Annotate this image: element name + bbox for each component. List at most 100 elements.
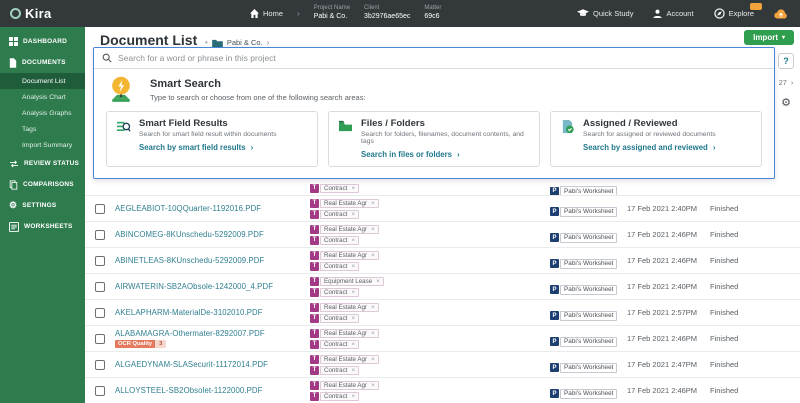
tag-pill[interactable]: TContract× — [310, 314, 359, 323]
worksheet-label: Pabi's Worksheet — [560, 259, 617, 269]
document-link[interactable]: ALABAMAGRA-Othermater-8292007.PDF — [115, 329, 310, 338]
tag-pill[interactable]: TReal Estate Agr× — [310, 251, 379, 260]
tag-pill[interactable]: TContract× — [310, 366, 359, 375]
account-label: Account — [666, 9, 693, 18]
tag-remove-icon[interactable]: × — [351, 211, 355, 218]
tag-pill[interactable]: TEquipment Lease× — [310, 277, 384, 286]
account-button[interactable]: Account — [653, 9, 693, 18]
tag-pill[interactable]: TContract× — [310, 236, 359, 245]
card-link[interactable]: Search in files or folders› — [361, 150, 530, 159]
worksheet-badge[interactable]: PPabi's Worksheet — [550, 233, 617, 243]
tag-pill[interactable]: TContract× — [310, 340, 359, 349]
row-checkbox[interactable] — [95, 282, 105, 292]
row-checkbox[interactable] — [95, 334, 105, 344]
document-link[interactable]: ALLOYSTEEL-SB2Obsolet-1122000.PDF — [115, 386, 310, 395]
row-checkbox[interactable] — [95, 204, 105, 214]
tag-remove-icon[interactable]: × — [371, 356, 375, 363]
row-checkbox[interactable] — [95, 360, 105, 370]
sidebar-item-analysis-graphs[interactable]: Analysis Graphs — [0, 105, 85, 121]
sidebar-item-document-list[interactable]: Document List — [0, 73, 85, 89]
worksheet-badge[interactable]: PPabi's Worksheet — [550, 285, 617, 295]
document-link[interactable]: ABINCOMEG-8KUnschedu-5292009.PDF — [115, 230, 310, 239]
card-assigned-reviewed[interactable]: Assigned / Reviewed Search for assigned … — [550, 111, 762, 167]
tag-pill[interactable]: TContract× — [310, 288, 359, 297]
tag-remove-icon[interactable]: × — [351, 367, 355, 374]
tag-pill[interactable]: TReal Estate Agr× — [310, 199, 379, 208]
tag-pill[interactable]: TReal Estate Agr× — [310, 381, 379, 390]
document-link[interactable]: AKELAPHARM-MaterialDe-3102010.PDF — [115, 308, 310, 317]
worksheet-badge[interactable]: PPabi's Worksheet — [550, 186, 617, 196]
tag-pill[interactable]: TReal Estate Agr× — [310, 355, 379, 364]
explore-button[interactable]: Explore — [714, 8, 754, 19]
project-meta[interactable]: Project Name Pabi & Co. — [314, 5, 350, 21]
sidebar-item-documents[interactable]: DOCUMENTS — [0, 52, 85, 73]
worksheet-badge[interactable]: PPabi's Worksheet — [550, 259, 617, 269]
sidebar-item-review-status[interactable]: REVIEW STATUS — [0, 153, 85, 174]
document-link[interactable]: AEGLEABIOT-10QQuarter-1192016.PDF — [115, 204, 310, 213]
breadcrumb[interactable]: • Pabi & Co. › — [205, 38, 269, 47]
row-checkbox[interactable] — [95, 230, 105, 240]
sidebar-item-comparisons[interactable]: COMPARISONS — [0, 174, 85, 195]
tag-remove-icon[interactable]: × — [371, 200, 375, 207]
tag-pill[interactable]: TContract× — [310, 392, 359, 401]
tag-remove-icon[interactable]: × — [351, 185, 355, 192]
kira-logo[interactable]: Kira — [0, 6, 120, 21]
card-smart-field-results[interactable]: Smart Field Results Search for smart fie… — [106, 111, 318, 167]
card-desc: Search for smart field result within doc… — [139, 131, 308, 138]
worksheet-icon: P — [550, 187, 559, 196]
sidebar-item-worksheets[interactable]: WORKSHEETS — [0, 216, 85, 237]
topbar-actions: Quick Study Account Explore — [577, 8, 800, 19]
import-button[interactable]: Import ▾ — [744, 30, 794, 45]
worksheet-badge[interactable]: PPabi's Worksheet — [550, 311, 617, 321]
sidebar-item-settings[interactable]: ⚙ SETTINGS — [0, 195, 85, 216]
search-bar — [94, 48, 774, 69]
table-settings-gear-icon[interactable]: ⚙ — [781, 96, 791, 109]
document-link[interactable]: AIRWATERIN-SB2AObsole-1242000_4.PDF — [115, 282, 310, 291]
tag-pill[interactable]: TContract× — [310, 184, 359, 193]
tag-remove-icon[interactable]: × — [371, 252, 375, 259]
worksheet-badge[interactable]: PPabi's Worksheet — [550, 337, 617, 347]
card-link[interactable]: Search by assigned and reviewed› — [583, 143, 752, 152]
tag-pill[interactable]: TReal Estate Agr× — [310, 225, 379, 234]
document-link[interactable]: ALGAEDYNAM-SLASecurit-11172014.PDF — [115, 360, 310, 369]
worksheet-badge[interactable]: PPabi's Worksheet — [550, 363, 617, 373]
row-checkbox[interactable] — [95, 386, 105, 396]
tag-remove-icon[interactable]: × — [351, 315, 355, 322]
card-files-folders[interactable]: Files / Folders Search for folders, file… — [328, 111, 540, 167]
tag-pill[interactable]: TReal Estate Agr× — [310, 329, 379, 338]
cloud-upload-icon[interactable] — [774, 9, 788, 19]
home-link[interactable]: Home — [250, 9, 283, 18]
tag-pill[interactable]: TContract× — [310, 210, 359, 219]
quick-study-button[interactable]: Quick Study — [577, 9, 633, 18]
pagination[interactable]: 27 › — [779, 78, 794, 87]
table-row: AEGLEABIOT-10QQuarter-1192016.PDFTReal E… — [85, 196, 800, 222]
sidebar-item-import-summary[interactable]: Import Summary — [0, 137, 85, 153]
card-link[interactable]: Search by smart field results› — [139, 143, 308, 152]
document-link[interactable]: ABINETLEAS-8KUnschedu-5292009.PDF — [115, 256, 310, 265]
row-checkbox[interactable] — [95, 256, 105, 266]
sidebar-item-analysis-chart[interactable]: Analysis Chart — [0, 89, 85, 105]
breadcrumb-dot: • — [205, 38, 208, 47]
tag-remove-icon[interactable]: × — [351, 393, 355, 400]
tag-remove-icon[interactable]: × — [371, 226, 375, 233]
row-checkbox[interactable] — [95, 308, 105, 318]
sidebar-item-dashboard[interactable]: DASHBOARD — [0, 31, 85, 52]
tag-remove-icon[interactable]: × — [351, 237, 355, 244]
sidebar-item-tags[interactable]: Tags — [0, 121, 85, 137]
tag-remove-icon[interactable]: × — [371, 304, 375, 311]
sidebar-item-label: DOCUMENTS — [22, 59, 66, 66]
tag-remove-icon[interactable]: × — [351, 341, 355, 348]
tag-remove-icon[interactable]: × — [371, 330, 375, 337]
tag-remove-icon[interactable]: × — [351, 263, 355, 270]
tag-pill[interactable]: TReal Estate Agr× — [310, 303, 379, 312]
tag-pill[interactable]: TContract× — [310, 262, 359, 271]
search-input[interactable] — [118, 53, 766, 63]
worksheet-badge[interactable]: PPabi's Worksheet — [550, 389, 617, 399]
tag-remove-icon[interactable]: × — [376, 278, 380, 285]
tag-remove-icon[interactable]: × — [351, 289, 355, 296]
worksheet-label: Pabi's Worksheet — [560, 337, 617, 347]
next-page-icon[interactable]: › — [791, 78, 794, 87]
help-button[interactable]: ? — [778, 53, 794, 69]
worksheet-badge[interactable]: PPabi's Worksheet — [550, 207, 617, 217]
tag-remove-icon[interactable]: × — [371, 382, 375, 389]
